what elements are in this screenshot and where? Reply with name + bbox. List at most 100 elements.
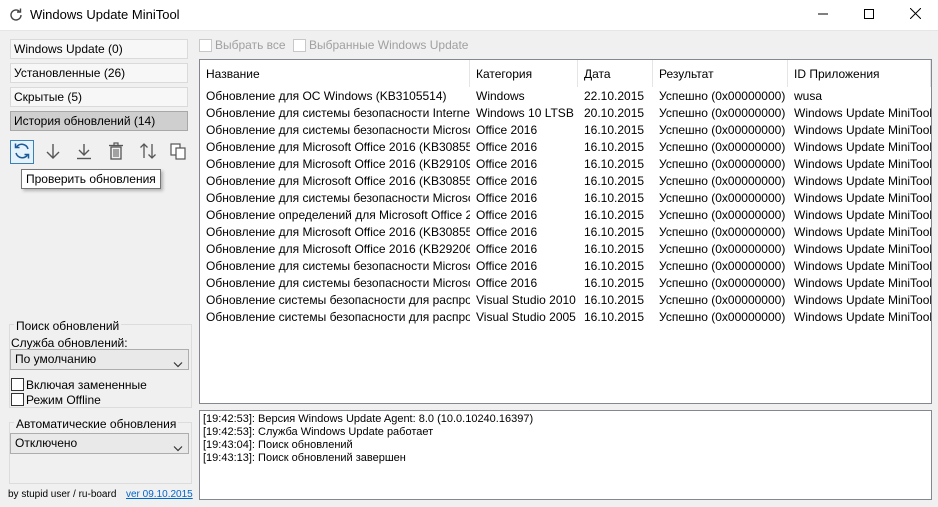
nav-hidden[interactable]: Скрытые (5) <box>10 87 188 107</box>
column-header-category[interactable]: Категория <box>470 60 578 87</box>
cell-name: Обновление для системы безопасности Micr… <box>206 123 470 137</box>
table-row[interactable]: Обновление для Microsoft Office 2016 (KB… <box>200 173 931 190</box>
cell-name: Обновление для Microsoft Office 2016 (KB… <box>206 242 470 256</box>
offline-mode-checkbox[interactable] <box>11 393 24 406</box>
cell-result: Успешно (0x00000000) <box>659 191 786 205</box>
log-output[interactable]: [19:42:53]: Версия Windows Update Agent:… <box>199 410 932 500</box>
hide-button[interactable] <box>104 140 128 164</box>
cell-app-id: Windows Update MiniTool <box>794 191 931 205</box>
close-button[interactable] <box>892 0 938 30</box>
table-row[interactable]: Обновление для системы безопасности Micr… <box>200 275 931 292</box>
cell-result: Успешно (0x00000000) <box>659 208 786 222</box>
cell-date: 16.10.2015 <box>584 293 645 307</box>
nav-label: Скрытые (5) <box>14 90 83 104</box>
cell-date: 16.10.2015 <box>584 259 645 273</box>
cell-category: Visual Studio 2005 <box>476 310 576 324</box>
column-header-result[interactable]: Результат <box>653 60 788 87</box>
table-row[interactable]: Обновление для Microsoft Office 2016 (KB… <box>200 241 931 258</box>
tooltip: Проверить обновления <box>21 169 161 189</box>
column-header-app-id[interactable]: ID Приложения <box>788 60 931 87</box>
download-button[interactable] <box>41 140 65 164</box>
install-button[interactable] <box>72 140 96 164</box>
cell-result: Успешно (0x00000000) <box>659 310 786 324</box>
cell-app-id: Windows Update MiniTool <box>794 157 931 171</box>
column-header-name[interactable]: Название <box>200 60 470 87</box>
cell-result: Успешно (0x00000000) <box>659 123 786 137</box>
copy-button[interactable] <box>166 140 190 164</box>
maximize-icon <box>864 8 874 22</box>
table-row[interactable]: Обновление определений для Microsoft Off… <box>200 207 931 224</box>
cell-date: 16.10.2015 <box>584 310 645 324</box>
cell-date: 16.10.2015 <box>584 123 645 137</box>
cell-date: 16.10.2015 <box>584 242 645 256</box>
close-icon <box>909 7 921 22</box>
refresh-button[interactable] <box>10 140 34 164</box>
service-select[interactable]: По умолчанию <box>10 349 189 370</box>
cell-name: Обновление для Microsoft Office 2016 (KB… <box>206 225 470 239</box>
log-line: [19:43:13]: Поиск обновлений завершен <box>203 452 406 464</box>
cell-result: Успешно (0x00000000) <box>659 293 786 307</box>
version-link[interactable]: ver 09.10.2015 <box>126 489 193 500</box>
cell-name: Обновление для Microsoft Office 2016 (KB… <box>206 174 470 188</box>
table-row[interactable]: Обновление для системы безопасности Micr… <box>200 190 931 207</box>
cell-app-id: Windows Update MiniTool <box>794 123 931 137</box>
minimize-button[interactable] <box>800 0 846 30</box>
table-row[interactable]: Обновление для Microsoft Office 2016 (KB… <box>200 139 931 156</box>
cell-result: Успешно (0x00000000) <box>659 106 786 120</box>
cell-category: Office 2016 <box>476 191 538 205</box>
cell-name: Обновление для Microsoft Office 2016 (KB… <box>206 140 470 154</box>
select-all-checkbox[interactable] <box>199 39 212 52</box>
cell-app-id: Windows Update MiniTool <box>794 140 931 154</box>
chevron-down-icon <box>173 356 183 375</box>
include-superseded-label: Включая замененные <box>26 378 147 392</box>
cell-name: Обновление для Microsoft Office 2016 (KB… <box>206 157 470 171</box>
title-bar[interactable]: Windows Update MiniTool <box>0 0 938 31</box>
cell-category: Office 2016 <box>476 208 538 222</box>
cell-date: 22.10.2015 <box>584 89 645 103</box>
auto-updates-legend: Автоматические обновления <box>14 417 179 431</box>
nav-label: История обновлений (14) <box>14 114 156 128</box>
cell-category: Office 2016 <box>476 174 538 188</box>
maximize-button[interactable] <box>846 0 892 30</box>
cell-category: Office 2016 <box>476 225 538 239</box>
sort-button[interactable] <box>136 140 160 164</box>
cell-name: Обновление для системы безопасности Micr… <box>206 276 470 290</box>
cell-app-id: Windows Update MiniTool <box>794 242 931 256</box>
search-group-legend: Поиск обновлений <box>14 319 122 333</box>
cell-result: Успешно (0x00000000) <box>659 276 786 290</box>
table-row[interactable]: Обновление для системы безопасности Inte… <box>200 105 931 122</box>
log-line: [19:42:53]: Версия Windows Update Agent:… <box>203 413 534 425</box>
credit-text: by stupid user / ru-board <box>8 489 117 500</box>
cell-name: Обновление для системы безопасности Micr… <box>206 191 470 205</box>
cell-result: Успешно (0x00000000) <box>659 225 786 239</box>
nav-update-history[interactable]: История обновлений (14) <box>10 111 188 131</box>
cell-category: Office 2016 <box>476 157 538 171</box>
updates-table[interactable]: Название Категория Дата Результат ID При… <box>199 59 932 404</box>
cell-result: Успешно (0x00000000) <box>659 174 786 188</box>
table-row[interactable]: Обновление для Microsoft Office 2016 (KB… <box>200 224 931 241</box>
auto-updates-select[interactable]: Отключено <box>10 433 189 454</box>
cell-category: Visual Studio 2010 <box>476 293 576 307</box>
select-all-label: Выбрать все <box>215 38 286 52</box>
table-row[interactable]: Обновление для ОС Windows (KB3105514) Win… <box>200 88 931 105</box>
nav-windows-update[interactable]: Windows Update (0) <box>10 39 188 59</box>
cell-result: Успешно (0x00000000) <box>659 140 786 154</box>
table-row[interactable]: Обновление для системы безопасности Micr… <box>200 258 931 275</box>
table-row[interactable]: Обновление для системы безопасности Micr… <box>200 122 931 139</box>
selected-updates-label: Выбранные Windows Update <box>309 38 469 52</box>
cell-app-id: Windows Update MiniTool <box>794 293 931 307</box>
cell-result: Успешно (0x00000000) <box>659 259 786 273</box>
log-line: [19:43:04]: Поиск обновлений <box>203 439 353 451</box>
table-row[interactable]: Обновление системы безопасности для расп… <box>200 309 931 326</box>
cell-category: Office 2016 <box>476 140 538 154</box>
table-row[interactable]: Обновление системы безопасности для расп… <box>200 292 931 309</box>
include-superseded-checkbox[interactable] <box>11 378 24 391</box>
selected-updates-checkbox[interactable] <box>293 39 306 52</box>
refresh-icon <box>12 141 32 164</box>
column-header-date[interactable]: Дата <box>578 60 653 87</box>
cell-name: Обновление системы безопасности для расп… <box>206 293 470 307</box>
cell-app-id: Windows Update MiniTool <box>794 174 931 188</box>
install-icon <box>74 141 94 164</box>
nav-installed[interactable]: Установленные (26) <box>10 63 188 83</box>
table-row[interactable]: Обновление для Microsoft Office 2016 (KB… <box>200 156 931 173</box>
